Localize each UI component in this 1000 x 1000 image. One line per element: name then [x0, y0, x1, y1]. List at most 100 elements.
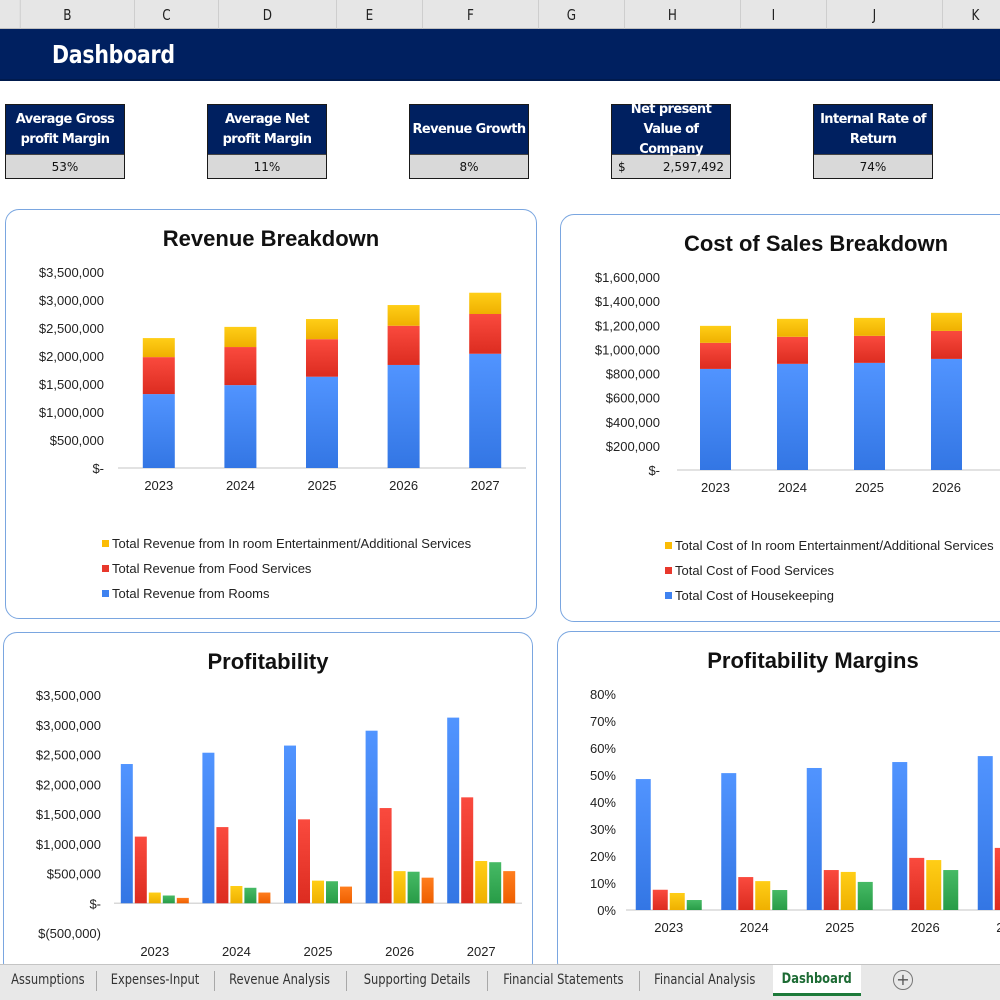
bar-green[interactable]: [326, 881, 338, 904]
bar-segment-yellow[interactable]: [469, 292, 502, 314]
profitability-chart[interactable]: Profitability $(500,000) $- $500,000 $1,000,…: [3, 632, 533, 977]
bar-orange[interactable]: [340, 886, 352, 904]
sheet-tab-revenue-analysis[interactable]: Revenue Analysis: [215, 965, 345, 995]
bar-blue[interactable]: [892, 762, 908, 910]
profitability-margins-chart[interactable]: Profitability Margins 0% 10% 20% 30% 40% 50% 60…: [557, 631, 1000, 976]
bar-segment-blue[interactable]: [387, 364, 420, 468]
bar-green[interactable]: [407, 871, 420, 904]
bar-segment-blue[interactable]: [854, 362, 885, 470]
bar-segment-red[interactable]: [700, 342, 731, 369]
bar-segment-yellow[interactable]: [387, 305, 420, 326]
bar-segment-yellow[interactable]: [700, 325, 731, 343]
bar-segment-yellow[interactable]: [931, 312, 962, 331]
bar-red[interactable]: [823, 870, 839, 910]
bar-green[interactable]: [162, 895, 175, 904]
sheet-tab-financial-analysis[interactable]: Financial Analysis: [640, 965, 770, 995]
bar-blue[interactable]: [284, 745, 296, 904]
bar-green[interactable]: [857, 881, 873, 910]
bar-yellow[interactable]: [840, 871, 856, 910]
column-header-k[interactable]: K: [942, 0, 1000, 29]
sheet-tab-financial-statements[interactable]: Financial Statements: [488, 965, 638, 995]
bar-blue[interactable]: [977, 756, 993, 910]
bar-segment-red[interactable]: [777, 336, 808, 364]
bar-segment-yellow[interactable]: [306, 319, 338, 340]
column-header-e[interactable]: E: [336, 0, 402, 29]
sheet-tab-assumptions[interactable]: Assumptions: [0, 965, 96, 995]
bar-blue[interactable]: [447, 717, 460, 904]
bar-red[interactable]: [461, 797, 474, 904]
column-header-b[interactable]: B: [19, 0, 114, 29]
bar-segment-red[interactable]: [224, 347, 257, 386]
bar-segment-red[interactable]: [387, 325, 420, 365]
bar-orange[interactable]: [176, 897, 189, 904]
bar-yellow[interactable]: [312, 880, 324, 904]
bar-segment-red[interactable]: [469, 314, 502, 354]
bar-orange[interactable]: [258, 892, 271, 904]
column-header-i[interactable]: I: [740, 0, 806, 29]
bar-red[interactable]: [909, 857, 925, 910]
bar-segment-blue[interactable]: [142, 394, 175, 468]
bar-red[interactable]: [994, 847, 1000, 910]
bar-green[interactable]: [244, 887, 257, 904]
bar-segment-blue[interactable]: [306, 376, 338, 468]
bar-red[interactable]: [379, 808, 392, 904]
bar-segment-red[interactable]: [854, 335, 885, 363]
bar-segment-blue[interactable]: [700, 368, 731, 470]
bar-red[interactable]: [134, 836, 147, 904]
bar-green[interactable]: [772, 890, 788, 910]
kpi-value[interactable]: 8%: [410, 154, 528, 178]
cost-of-sales-chart[interactable]: Cost of Sales Breakdown $- $200,000 $400,00…: [560, 214, 1000, 622]
bar-red[interactable]: [652, 889, 668, 910]
legend-entry[interactable]: Total Cost of Housekeeping: [675, 588, 834, 603]
bar-blue[interactable]: [635, 779, 651, 910]
legend-entry[interactable]: Total Revenue from In room Entertainment…: [112, 536, 472, 551]
bar-blue[interactable]: [202, 752, 215, 904]
bar-yellow[interactable]: [669, 892, 685, 910]
bar-segment-red[interactable]: [306, 339, 338, 377]
revenue-breakdown-chart[interactable]: Revenue Breakdown $- $500,000 $1,000,000 $1,…: [5, 209, 537, 619]
bar-green[interactable]: [686, 900, 702, 910]
kpi-value[interactable]: 74%: [814, 154, 932, 178]
column-header-c[interactable]: C: [134, 0, 198, 29]
bar-yellow[interactable]: [926, 860, 942, 910]
bar-yellow[interactable]: [148, 892, 161, 904]
kpi-value[interactable]: 53%: [6, 154, 124, 178]
bar-segment-yellow[interactable]: [777, 318, 808, 337]
sheet-tab-supporting-details[interactable]: Supporting Details: [347, 965, 487, 995]
bar-green[interactable]: [489, 862, 502, 904]
column-header-g[interactable]: G: [538, 0, 604, 29]
bar-yellow[interactable]: [393, 871, 406, 904]
bar-blue[interactable]: [806, 767, 822, 910]
sheet-tab-dashboard[interactable]: Dashboard: [773, 965, 861, 996]
bar-segment-red[interactable]: [142, 357, 175, 395]
bar-segment-blue[interactable]: [777, 363, 808, 470]
bar-red[interactable]: [216, 827, 229, 904]
column-header-j[interactable]: J: [826, 0, 922, 29]
legend-entry[interactable]: Total Cost of In room Entertainment/Addi…: [675, 538, 994, 553]
bar-yellow[interactable]: [230, 885, 243, 904]
bar-segment-blue[interactable]: [224, 385, 257, 468]
kpi-value[interactable]: 11%: [208, 154, 326, 178]
bar-green[interactable]: [943, 870, 959, 910]
bar-segment-yellow[interactable]: [854, 317, 885, 336]
sheet-tab-expenses-input[interactable]: Expenses-Input: [97, 965, 213, 995]
legend-entry[interactable]: Total Revenue from Food Services: [112, 561, 312, 576]
bar-blue[interactable]: [120, 764, 133, 904]
bar-segment-blue[interactable]: [469, 353, 502, 468]
bar-blue[interactable]: [365, 730, 378, 904]
bar-yellow[interactable]: [755, 881, 771, 910]
bar-orange[interactable]: [503, 871, 516, 904]
bar-red[interactable]: [298, 819, 310, 904]
bar-segment-yellow[interactable]: [142, 338, 175, 358]
bar-segment-yellow[interactable]: [224, 326, 257, 348]
bar-red[interactable]: [738, 877, 754, 910]
column-header-h[interactable]: H: [624, 0, 720, 29]
column-header-d[interactable]: D: [218, 0, 316, 29]
legend-entry[interactable]: Total Revenue from Rooms: [112, 586, 270, 601]
bar-segment-red[interactable]: [931, 330, 962, 359]
column-header-f[interactable]: F: [422, 0, 518, 29]
bar-blue[interactable]: [721, 773, 737, 910]
bar-orange[interactable]: [421, 877, 434, 904]
add-sheet-icon[interactable]: +: [893, 970, 913, 990]
bar-yellow[interactable]: [475, 861, 488, 904]
